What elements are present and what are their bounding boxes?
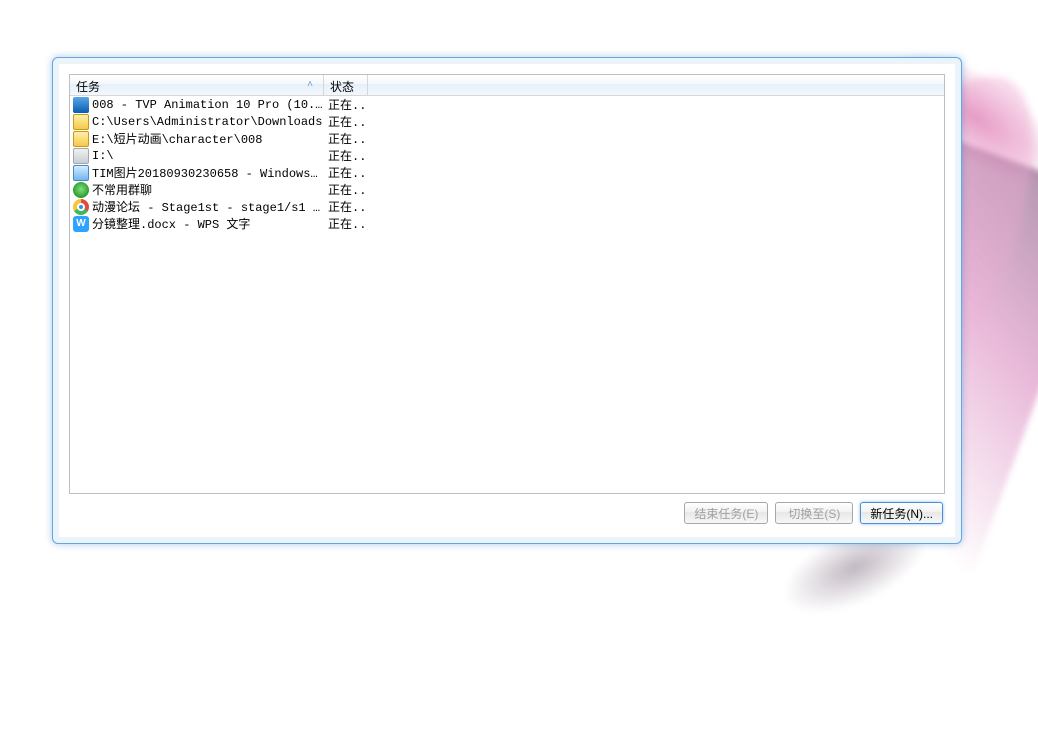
task-row[interactable]: 008 - TVP Animation 10 Pro (10.0.7) 正在...	[70, 96, 944, 113]
folder-icon	[73, 131, 89, 147]
switch-to-button[interactable]: 切换至(S)	[775, 502, 853, 524]
task-name-label: 动漫论坛 - Stage1st - stage1/s1 游戏...	[92, 198, 324, 215]
task-name-label: E:\短片动画\character\008	[92, 130, 262, 147]
task-cell: C:\Users\Administrator\Downloads	[70, 114, 324, 130]
column-header-task-label: 任务	[76, 78, 100, 95]
status-cell: 正在...	[324, 96, 368, 113]
task-name-label: 分镜整理.docx - WPS 文字	[92, 215, 250, 232]
drive-icon	[73, 148, 89, 164]
status-cell: 正在...	[324, 215, 368, 232]
task-row[interactable]: TIM图片20180930230658 - Windows 照片... 正在...	[70, 164, 944, 181]
task-row[interactable]: E:\短片动画\character\008 正在...	[70, 130, 944, 147]
column-header-status-label: 状态	[330, 78, 354, 95]
sort-ascending-icon: ˄	[307, 79, 313, 90]
task-cell: E:\短片动画\character\008	[70, 130, 324, 147]
status-cell: 正在...	[324, 113, 368, 130]
task-rows: 008 - TVP Animation 10 Pro (10.0.7) 正在...…	[70, 96, 944, 232]
task-row[interactable]: C:\Users\Administrator\Downloads 正在...	[70, 113, 944, 130]
status-cell: 正在...	[324, 198, 368, 215]
column-header-spacer	[368, 75, 944, 95]
status-cell: 正在...	[324, 181, 368, 198]
app-icon	[73, 97, 89, 113]
status-label: 正在...	[328, 167, 368, 181]
status-label: 正在...	[328, 150, 368, 164]
task-cell: 不常用群聊	[70, 181, 324, 198]
task-row[interactable]: 分镜整理.docx - WPS 文字 正在...	[70, 215, 944, 232]
wps-doc-icon	[73, 216, 89, 232]
task-cell: 分镜整理.docx - WPS 文字	[70, 215, 324, 232]
new-task-button[interactable]: 新任务(N)...	[860, 502, 943, 524]
status-cell: 正在...	[324, 164, 368, 181]
end-task-button[interactable]: 结束任务(E)	[684, 502, 768, 524]
folder-icon	[73, 114, 89, 130]
task-list[interactable]: 任务 ˄ 状态 008 - TVP Animation 10 Pro (10.0…	[69, 74, 945, 494]
button-bar: 结束任务(E) 切换至(S) 新任务(N)...	[59, 494, 955, 524]
status-label: 正在...	[328, 218, 368, 232]
status-label: 正在...	[328, 184, 368, 198]
column-header-status[interactable]: 状态	[324, 75, 368, 95]
task-name-label: 008 - TVP Animation 10 Pro (10.0.7)	[92, 98, 324, 112]
task-row[interactable]: 不常用群聊 正在...	[70, 181, 944, 198]
status-label: 正在...	[328, 99, 368, 113]
task-row[interactable]: 动漫论坛 - Stage1st - stage1/s1 游戏... 正在...	[70, 198, 944, 215]
task-cell: I:\	[70, 148, 324, 164]
status-label: 正在...	[328, 133, 368, 147]
chrome-icon	[73, 199, 89, 215]
task-name-label: 不常用群聊	[92, 181, 152, 198]
task-cell: TIM图片20180930230658 - Windows 照片...	[70, 164, 324, 181]
status-label: 正在...	[328, 116, 368, 130]
status-cell: 正在...	[324, 147, 368, 164]
task-name-label: TIM图片20180930230658 - Windows 照片...	[92, 164, 324, 181]
task-row[interactable]: I:\ 正在...	[70, 147, 944, 164]
task-cell: 008 - TVP Animation 10 Pro (10.0.7)	[70, 97, 324, 113]
group-chat-icon	[73, 182, 89, 198]
status-cell: 正在...	[324, 130, 368, 147]
column-header-task[interactable]: 任务 ˄	[70, 75, 324, 95]
task-manager-window: 任务 ˄ 状态 008 - TVP Animation 10 Pro (10.0…	[52, 57, 962, 544]
status-label: 正在...	[328, 201, 368, 215]
task-cell: 动漫论坛 - Stage1st - stage1/s1 游戏...	[70, 198, 324, 215]
task-name-label: C:\Users\Administrator\Downloads	[92, 115, 322, 129]
column-header-row: 任务 ˄ 状态	[70, 75, 944, 96]
task-name-label: I:\	[92, 149, 114, 163]
photo-viewer-icon	[73, 165, 89, 181]
